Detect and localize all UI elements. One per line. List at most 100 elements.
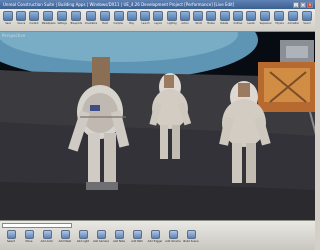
toolbar-button-label: Details <box>220 22 229 25</box>
details-icon <box>219 11 230 21</box>
bottom-panel: Select Move Add Actor Add Mesh Add Light Add … <box>0 220 315 250</box>
toolbar-button-label: Save <box>4 22 11 25</box>
toolbar-button-physics[interactable]: Physics <box>274 11 285 31</box>
bottom-tool-label: Select <box>6 240 15 243</box>
toolbar-button-play[interactable]: Play <box>126 11 137 31</box>
sound-icon <box>302 11 313 21</box>
toolbar-button-label: Content <box>29 22 39 25</box>
bottom-tool-label: Add Volume <box>165 240 181 243</box>
world-icon <box>193 11 204 21</box>
physics-icon <box>274 11 285 21</box>
modes-icon <box>206 11 217 21</box>
toolbar-button-lighting[interactable]: Lighting <box>166 11 177 31</box>
toolbar-button-sound[interactable]: Sound <box>302 11 313 31</box>
marketplace-icon <box>43 11 54 21</box>
toolbar-button-launch[interactable]: Launch <box>139 11 151 31</box>
compile-icon <box>113 11 124 21</box>
toolbar-button-blueprints[interactable]: Blueprints <box>70 11 83 31</box>
content-icon <box>29 11 40 21</box>
toolbar-button-label: World <box>194 22 202 25</box>
toolbar-button-marketplace[interactable]: Marketplace <box>41 11 56 31</box>
toolbar-button-layers[interactable]: Layers <box>153 11 164 31</box>
maximize-button[interactable]: □ <box>300 1 306 8</box>
add-note-icon <box>114 230 124 239</box>
add-path-icon <box>132 230 142 239</box>
bottom-tool-label: Build Scene <box>183 240 199 243</box>
toolbar-button-settings[interactable]: Settings <box>57 11 68 31</box>
toolbar-button-label: Sequencer <box>259 22 272 25</box>
bottom-tool-label: Add Mesh <box>58 240 72 243</box>
toolbar-button-label: Blueprints <box>70 22 83 25</box>
close-button[interactable]: × <box>307 1 313 8</box>
bottom-tool-move[interactable]: Move <box>22 230 36 243</box>
add-volume-icon <box>168 230 178 239</box>
3d-viewport[interactable]: Perspective <box>0 32 315 220</box>
lighting-icon <box>166 11 177 21</box>
toolbar-button-content[interactable]: Content <box>29 11 40 31</box>
toolbar-button-compile[interactable]: Compile <box>113 11 124 31</box>
animation-icon <box>288 11 299 21</box>
minimize-button[interactable]: _ <box>293 1 299 8</box>
bottom-tool-add-note[interactable]: Add Note <box>112 230 126 243</box>
window-controls: _ □ × <box>293 1 313 8</box>
toolbar-button-label: Lighting <box>167 22 177 25</box>
add-light-icon <box>78 230 88 239</box>
settings-icon <box>57 11 68 21</box>
build-scene-icon <box>186 230 196 239</box>
play-icon <box>126 11 137 21</box>
move-icon <box>24 230 34 239</box>
bottom-tool-label: Add Note <box>113 240 125 243</box>
bottom-tool-add-camera[interactable]: Add Camera <box>93 230 109 243</box>
bottom-tool-build-scene[interactable]: Build Scene <box>183 230 199 243</box>
toolbar-button-build[interactable]: Build <box>100 11 111 31</box>
status-row <box>0 221 315 229</box>
toolbar-button-label: Sound <box>303 22 311 25</box>
bottom-tools: Select Move Add Actor Add Mesh Add Light Add … <box>0 229 315 244</box>
toolbar-button-animation[interactable]: Animation <box>287 11 300 31</box>
window-title: Unreal Construction Suite | Building App… <box>3 2 235 7</box>
build-icon <box>100 11 111 21</box>
status-field[interactable] <box>2 222 72 228</box>
toolbar-button-save[interactable]: Save <box>2 11 13 31</box>
outliner-icon <box>232 11 243 21</box>
toolbar-button-cinematics[interactable]: Cinematics <box>85 11 98 31</box>
bottom-tool-add-light[interactable]: Add Light <box>76 230 90 243</box>
toolbar-button-modes[interactable]: Modes <box>206 11 217 31</box>
toolbar-button-label: Modes <box>207 22 215 25</box>
toolbar-button-actors[interactable]: Actors <box>179 11 190 31</box>
main-toolbar: Save Source Content Marketplace Settings Blue… <box>0 9 315 32</box>
toolbar-button-world[interactable]: World <box>192 11 204 31</box>
toolbar-button-label: Actors <box>181 22 189 25</box>
viewport-label: Perspective <box>2 33 26 38</box>
source-icon <box>15 11 26 21</box>
toolbar-button-details[interactable]: Details <box>219 11 230 31</box>
layers-icon <box>153 11 164 21</box>
toolbar-button-label: Play <box>129 22 135 25</box>
toolbar-button-levels[interactable]: Levels <box>245 11 257 31</box>
toolbar-button-outliner[interactable]: Outliner <box>232 11 243 31</box>
add-trigger-icon <box>150 230 160 239</box>
bottom-tool-add-trigger[interactable]: Add Trigger <box>148 230 162 243</box>
save-icon <box>2 11 13 21</box>
add-actor-icon <box>42 230 52 239</box>
toolbar-button-label: Launch <box>141 22 150 25</box>
toolbar-button-label: Physics <box>275 22 284 25</box>
levels-icon <box>246 11 257 21</box>
add-camera-icon <box>96 230 106 239</box>
toolbar-button-label: Marketplace <box>41 22 56 25</box>
bottom-tool-add-actor[interactable]: Add Actor <box>40 230 54 243</box>
bottom-tool-select[interactable]: Select <box>4 230 18 243</box>
bottom-tool-add-mesh[interactable]: Add Mesh <box>58 230 72 243</box>
bottom-tool-add-path[interactable]: Add Path <box>130 230 144 243</box>
bottom-tool-label: Add Light <box>76 240 90 243</box>
bottom-tool-label: Add Path <box>131 240 143 243</box>
sequencer-icon <box>260 11 271 21</box>
toolbar-button-source[interactable]: Source <box>15 11 26 31</box>
launch-icon <box>140 11 151 21</box>
cinematics-icon <box>86 11 97 21</box>
select-icon <box>6 230 16 239</box>
toolbar-button-sequencer[interactable]: Sequencer <box>259 11 272 31</box>
toolbar-button-label: Compile <box>113 22 124 25</box>
bottom-tool-label: Move <box>25 240 33 243</box>
bottom-tool-add-volume[interactable]: Add Volume <box>165 230 181 243</box>
